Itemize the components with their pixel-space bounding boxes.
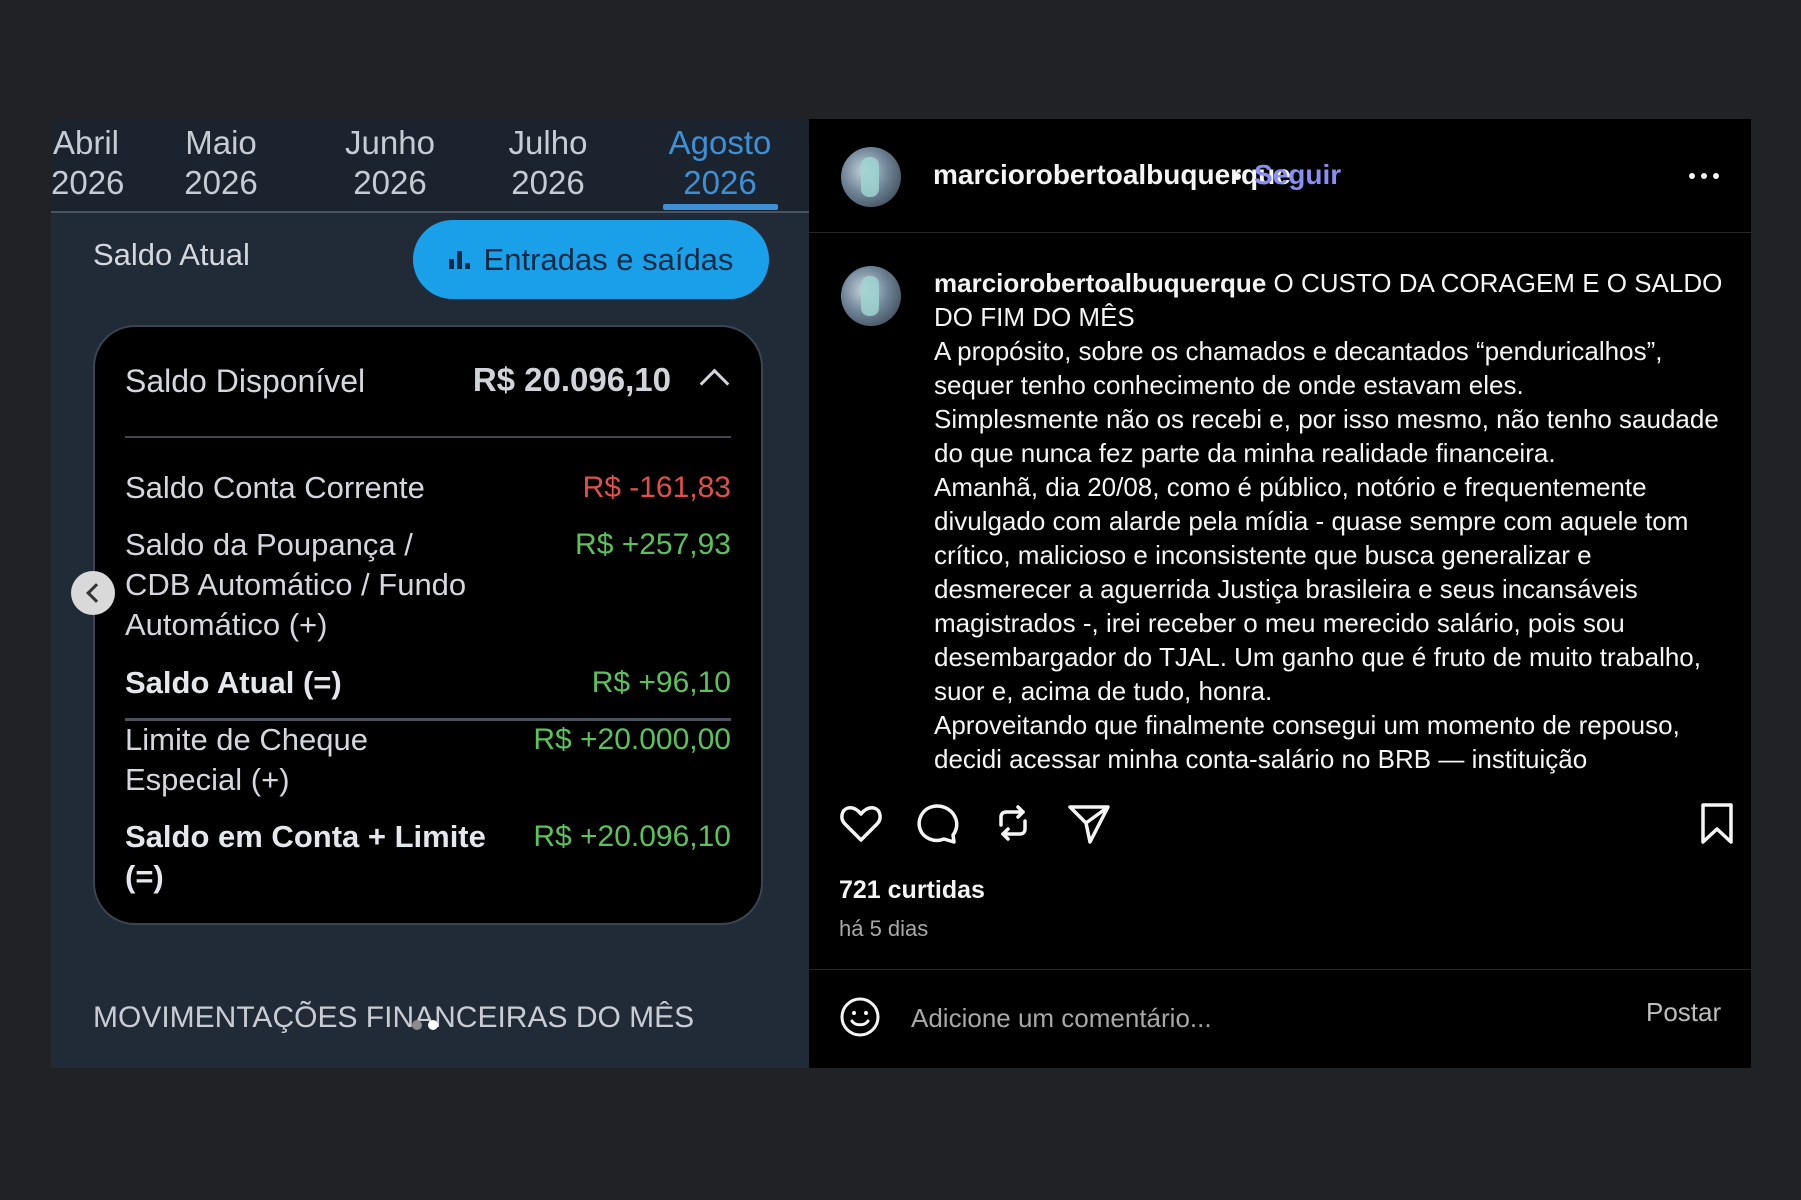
- action-bar: [809, 799, 1751, 857]
- comment-icon[interactable]: [913, 799, 961, 847]
- month-name: Junho: [345, 124, 435, 161]
- month-year: 2026: [511, 164, 585, 201]
- entradas-saidas-button[interactable]: Entradas e saídas: [413, 220, 769, 299]
- conta-limite-value: R$ +20.096,10: [533, 820, 731, 853]
- saldo-atual-heading: Saldo Atual: [93, 237, 250, 272]
- limite-label-line: Limite de Cheque: [125, 722, 368, 757]
- screenshot-frame: Abril 2026 Maio 2026 Junho 2026 Julho 20…: [51, 119, 1751, 1068]
- tab-month-junho[interactable]: Junho 2026: [335, 123, 445, 203]
- carousel-dot-active[interactable]: [428, 1020, 438, 1030]
- divider: [809, 969, 1751, 970]
- post-image-bank-statement: Abril 2026 Maio 2026 Junho 2026 Julho 20…: [51, 119, 809, 1068]
- more-options-icon[interactable]: [1689, 173, 1719, 179]
- balance-card: Saldo Disponível R$ 20.096,10 Saldo Cont…: [93, 325, 763, 925]
- conta-limite-label-line: Saldo em Conta + Limite: [125, 819, 486, 854]
- poupanca-label-line: Saldo da Poupança /: [125, 527, 413, 562]
- conta-limite-label-line: (=): [125, 859, 164, 894]
- saldo-atual-label: Saldo Atual (=): [125, 665, 342, 700]
- limite-label-line: Especial (+): [125, 762, 290, 797]
- avatar[interactable]: [841, 147, 901, 207]
- month-tabs: Abril 2026 Maio 2026 Junho 2026 Julho 20…: [51, 119, 809, 213]
- saldo-disponivel-label: Saldo Disponível: [125, 363, 366, 399]
- month-year: 2026: [683, 164, 757, 201]
- carousel-prev-button[interactable]: [71, 571, 115, 615]
- post-comment-button[interactable]: Postar: [1646, 997, 1721, 1028]
- bar-chart-icon: [448, 250, 470, 269]
- limite-value: R$ +20.000,00: [533, 723, 731, 756]
- carousel-indicator: [412, 1020, 438, 1030]
- caption-paragraph: Aproveitando que finalmente consegui um …: [934, 710, 1680, 774]
- entradas-saidas-label: Entradas e saídas: [483, 241, 734, 277]
- caption-paragraph: Amanhã, dia 20/08, como é público, notór…: [934, 472, 1701, 706]
- conta-corrente-value: R$ -161,83: [582, 471, 731, 504]
- month-name: Abril: [52, 124, 120, 161]
- separator-dot: [1234, 173, 1241, 180]
- post-timestamp[interactable]: há 5 dias: [839, 916, 928, 942]
- tab-month-abril[interactable]: Abril 2026: [51, 123, 125, 203]
- tab-month-julho[interactable]: Julho 2026: [493, 123, 603, 203]
- chevron-left-icon: [85, 583, 106, 603]
- movimentacoes-heading: MOVIMENTAÇÕES FINANCEIRAS DO MÊS: [93, 1001, 695, 1034]
- divider: [125, 436, 731, 438]
- tab-month-agosto[interactable]: Agosto 2026: [655, 123, 785, 203]
- poupanca-label-line: Automático (+): [125, 607, 328, 642]
- repost-icon[interactable]: [989, 799, 1037, 847]
- follow-button[interactable]: Seguir: [1254, 159, 1341, 191]
- share-icon[interactable]: [1065, 799, 1113, 847]
- poupanca-value: R$ +257,93: [575, 528, 731, 561]
- poupanca-label: Saldo da Poupança / CDB Automático / Fun…: [125, 525, 466, 645]
- active-tab-indicator: [663, 204, 778, 210]
- month-year: 2026: [184, 164, 258, 201]
- comment-input[interactable]: [909, 994, 1573, 1042]
- month-name: Agosto: [668, 124, 772, 161]
- saldo-atual-value: R$ +96,10: [591, 666, 731, 699]
- conta-limite-label: Saldo em Conta + Limite (=): [125, 817, 486, 897]
- post-sidebar: marciorobertoalbuquerque Seguir marcioro…: [809, 119, 1751, 1068]
- bookmark-icon[interactable]: [1693, 799, 1741, 847]
- caption-username[interactable]: marciorobertoalbuquerque: [934, 268, 1266, 298]
- month-year: 2026: [51, 164, 125, 201]
- tab-month-maio[interactable]: Maio 2026: [171, 123, 271, 203]
- carousel-dot[interactable]: [412, 1020, 422, 1030]
- conta-corrente-label: Saldo Conta Corrente: [125, 470, 425, 505]
- saldo-disponivel-value: R$ 20.096,10: [472, 361, 671, 398]
- chevron-up-icon[interactable]: [699, 368, 730, 399]
- caption-paragraph: Simplesmente não os recebi e, por isso m…: [934, 404, 1719, 468]
- heart-icon[interactable]: [837, 799, 885, 847]
- month-name: Julho: [508, 124, 588, 161]
- caption-avatar[interactable]: [841, 266, 901, 326]
- poupanca-label-line: CDB Automático / Fundo: [125, 567, 467, 602]
- caption-paragraph: A propósito, sobre os chamados e decanta…: [934, 336, 1663, 400]
- month-year: 2026: [353, 164, 427, 201]
- post-header: marciorobertoalbuquerque Seguir: [809, 119, 1751, 233]
- month-name: Maio: [185, 124, 257, 161]
- limite-label: Limite de Cheque Especial (+): [125, 720, 368, 800]
- emoji-icon[interactable]: [839, 996, 881, 1038]
- post-caption: marciorobertoalbuquerque O CUSTO DA CORA…: [934, 266, 1724, 776]
- caption-first-line: marciorobertoalbuquerque O CUSTO DA CORA…: [934, 266, 1724, 334]
- likes-count[interactable]: 721 curtidas: [839, 876, 985, 905]
